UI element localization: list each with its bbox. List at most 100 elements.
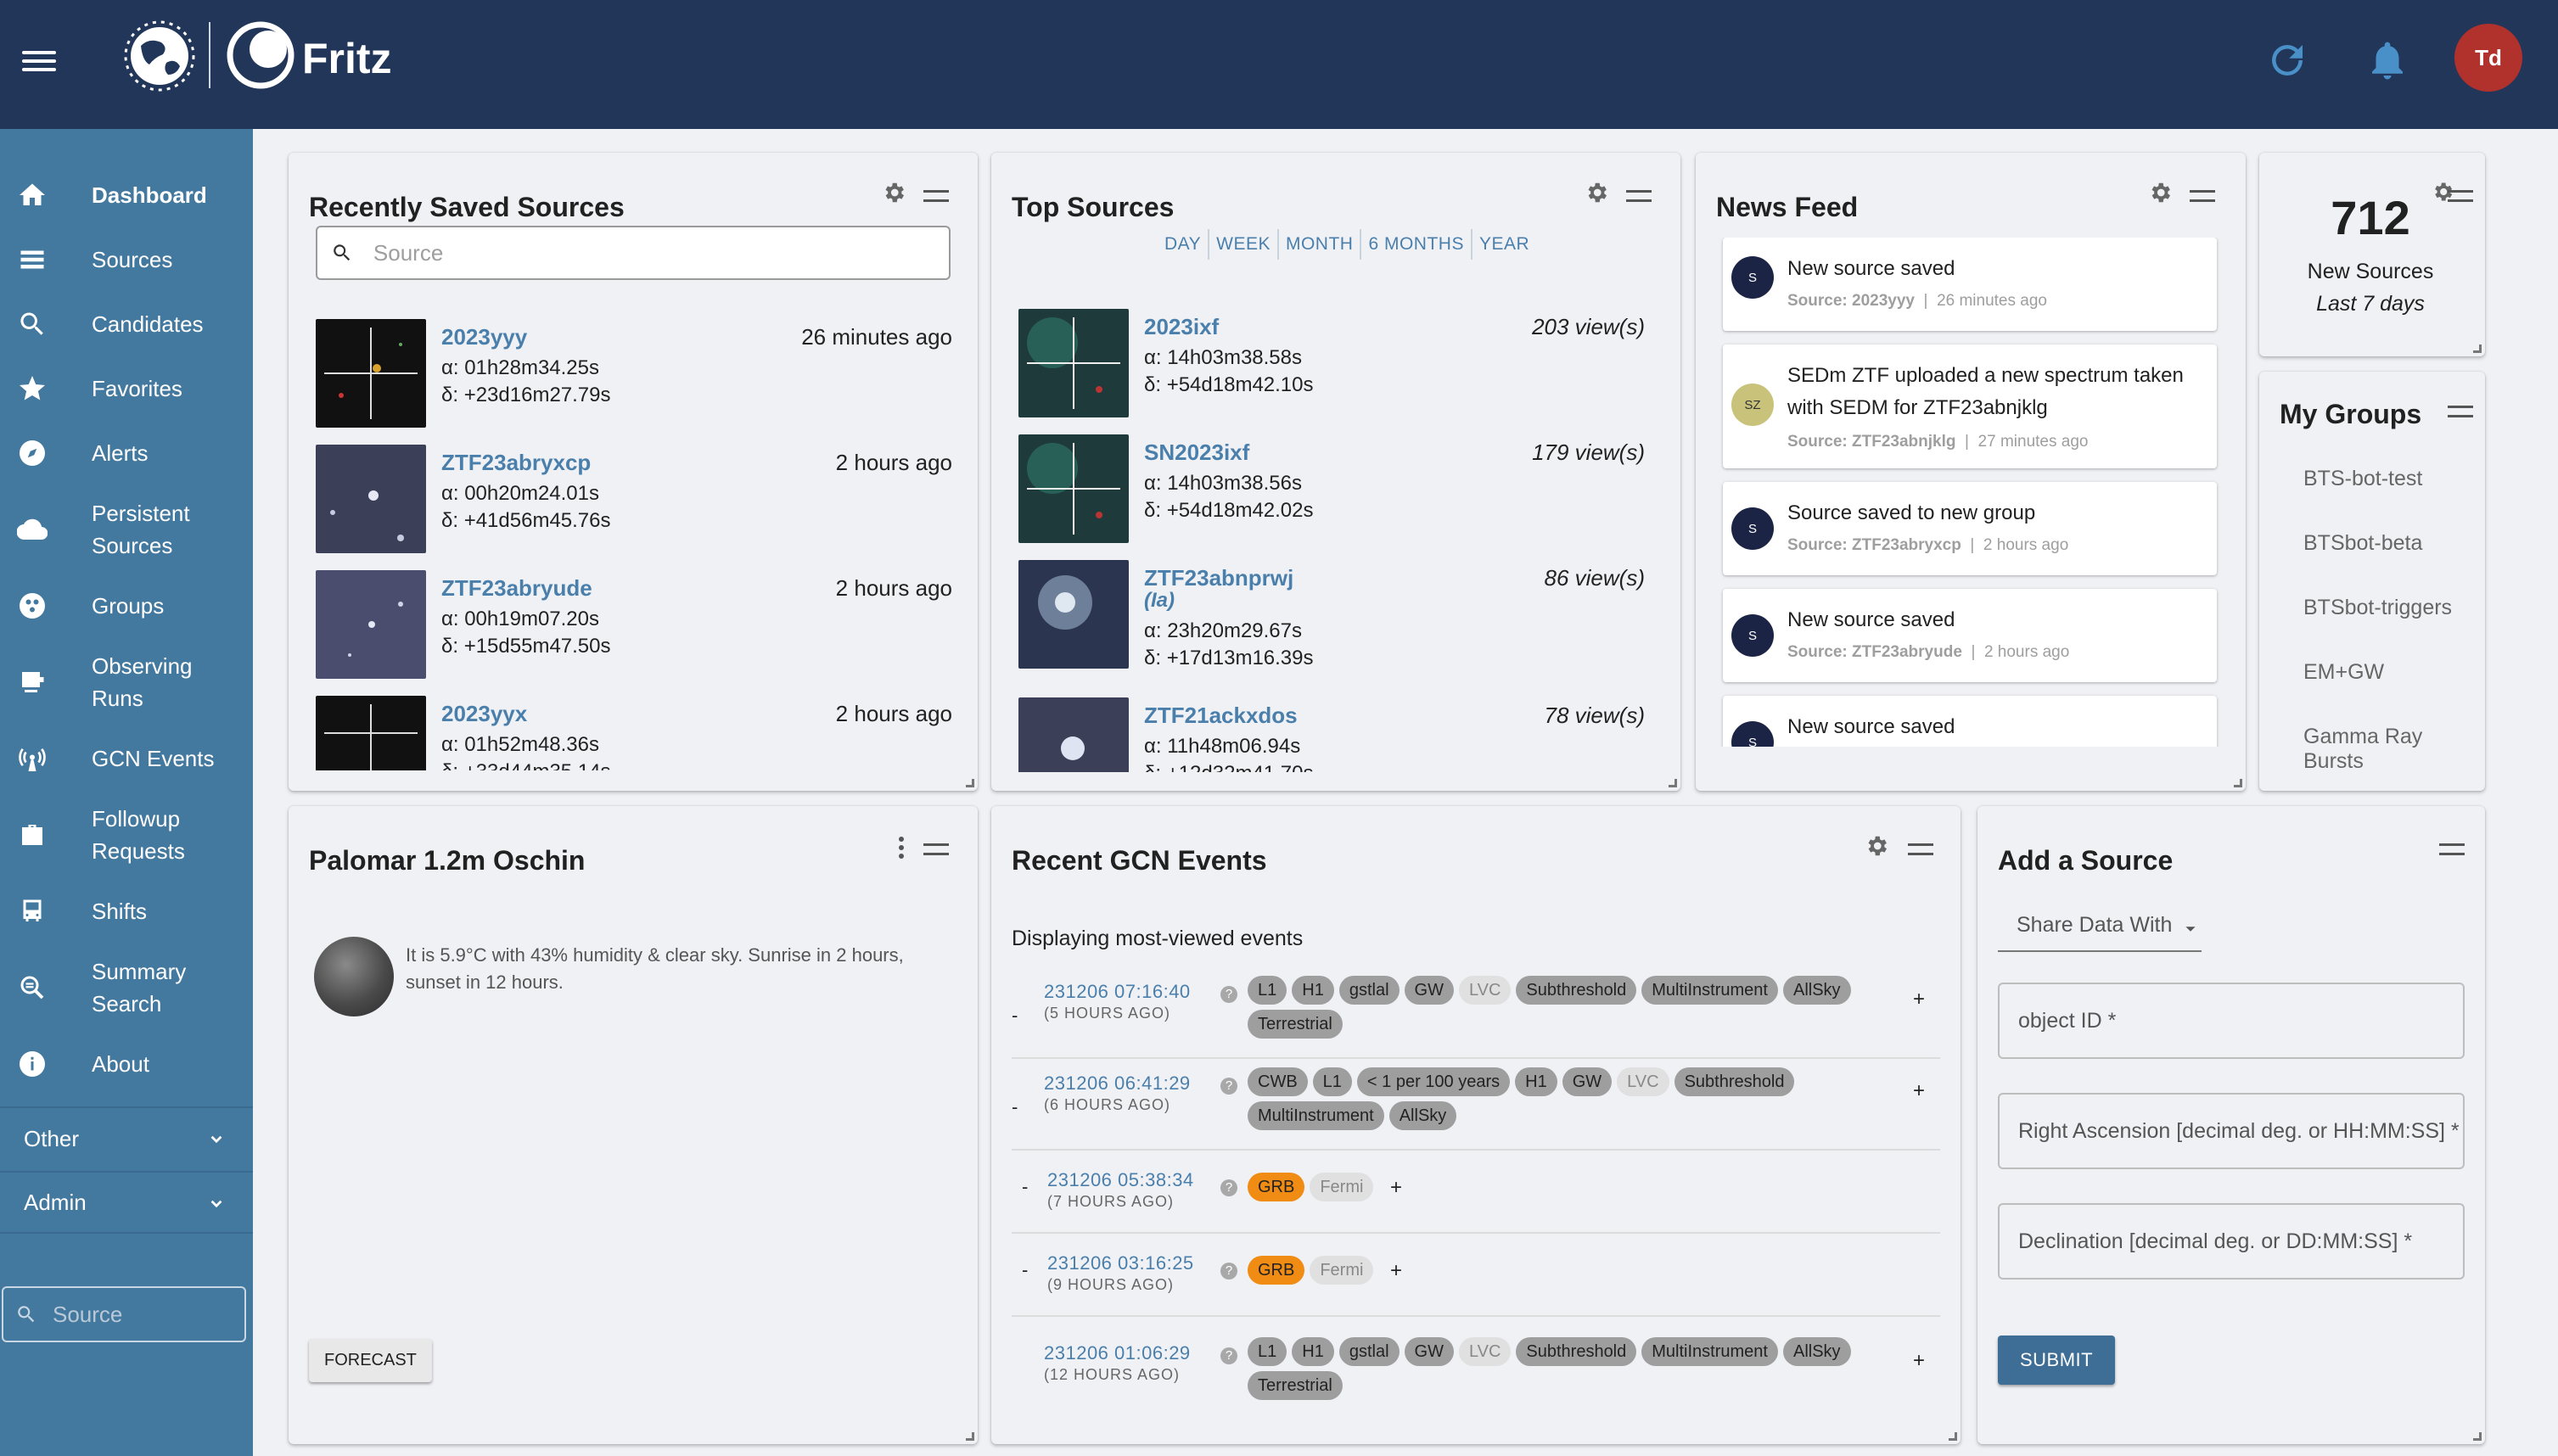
gcn-event-date-link[interactable]: 231206 05:38:34 — [1047, 1169, 1194, 1191]
help-icon[interactable]: ? — [1220, 1347, 1237, 1364]
gcn-tag[interactable]: L1 — [1312, 1067, 1352, 1096]
gcn-tag[interactable]: LVC — [1458, 1337, 1512, 1366]
gcn-tag[interactable]: GW — [1404, 1337, 1454, 1366]
group-item[interactable]: Gamma Ray Bursts — [2303, 725, 2465, 770]
refresh-icon[interactable] — [2264, 37, 2310, 83]
sidebar-item-favorites[interactable]: Favorites — [0, 367, 253, 411]
expand-toggle[interactable]: - — [1012, 1096, 1018, 1118]
gcn-event-date-link[interactable]: 231206 06:41:29 — [1044, 1072, 1191, 1095]
tab-6-months[interactable]: 6 MONTHS — [1361, 229, 1473, 260]
source-name-link[interactable]: ZTF21ackxdos — [1144, 703, 1298, 729]
declination-field[interactable]: Declination [decimal deg. or DD:MM:SS] * — [1998, 1203, 2465, 1280]
source-search-input[interactable] — [373, 239, 949, 266]
gear-icon[interactable] — [1864, 833, 1889, 859]
add-tag-button[interactable]: + — [1913, 988, 1925, 1011]
drag-handle-icon[interactable] — [1908, 843, 1933, 857]
source-thumbnail[interactable] — [316, 445, 426, 553]
gcn-tag[interactable]: Terrestrial — [1248, 1010, 1343, 1039]
gcn-event-date-link[interactable]: 231206 03:16:25 — [1047, 1252, 1194, 1274]
add-tag-button[interactable]: + — [1390, 1176, 1402, 1200]
gcn-tag[interactable]: L1 — [1248, 976, 1287, 1005]
resize-handle[interactable] — [966, 779, 974, 787]
app-name[interactable]: Fritz — [302, 34, 392, 83]
sidebar-item-observing-runs[interactable]: Observing Runs — [0, 648, 253, 716]
drag-handle-icon[interactable] — [2448, 406, 2473, 419]
gcn-tag[interactable]: AllSky — [1782, 976, 1851, 1005]
drag-handle-icon[interactable] — [2190, 190, 2215, 204]
source-search-box[interactable] — [316, 226, 951, 280]
tab-month[interactable]: MONTH — [1279, 229, 1362, 260]
gcn-tag[interactable]: GW — [1404, 976, 1454, 1005]
sidebar-item-sources[interactable]: Sources — [0, 238, 253, 282]
gcn-tag[interactable]: gstlal — [1338, 976, 1400, 1005]
source-thumbnail[interactable] — [316, 696, 426, 770]
source-thumbnail[interactable] — [1018, 309, 1129, 417]
resize-handle[interactable] — [966, 1432, 974, 1441]
drag-handle-icon[interactable] — [2439, 843, 2465, 857]
gcn-tag[interactable]: Fermi — [1310, 1256, 1374, 1285]
news-item[interactable]: S Source saved to new group Source: ZTF2… — [1723, 482, 2217, 575]
add-tag-button[interactable]: + — [1390, 1259, 1402, 1283]
gcn-tag[interactable]: Subthreshold — [1674, 1067, 1795, 1096]
sidebar-item-persistent-sources[interactable]: Persistent Sources — [0, 496, 253, 563]
right-ascension-field[interactable]: Right Ascension [decimal deg. or HH:MM:S… — [1998, 1093, 2465, 1169]
source-thumbnail[interactable] — [316, 570, 426, 679]
gcn-event-date-link[interactable]: 231206 01:06:29 — [1044, 1342, 1191, 1364]
source-thumbnail[interactable] — [316, 319, 426, 428]
tab-day[interactable]: DAY — [1158, 229, 1210, 260]
group-item[interactable]: EM+GW — [2303, 660, 2384, 685]
source-thumbnail[interactable] — [1018, 434, 1129, 543]
sidebar-item-followup-requests[interactable]: Followup Requests — [0, 801, 253, 869]
news-item[interactable]: S New source saved — [1723, 696, 2217, 747]
sidebar-item-candidates[interactable]: Candidates — [0, 302, 253, 346]
gcn-tag[interactable]: AllSky — [1782, 1337, 1851, 1366]
resize-handle[interactable] — [1949, 1432, 1957, 1441]
sidebar-item-dashboard[interactable]: Dashboard — [0, 173, 253, 217]
sidebar-item-groups[interactable]: Groups — [0, 584, 253, 628]
drag-handle-icon[interactable] — [923, 190, 949, 204]
gcn-tag[interactable]: GW — [1562, 1067, 1613, 1096]
help-icon[interactable]: ? — [1220, 986, 1237, 1003]
sidebar-item-shifts[interactable]: Shifts — [0, 889, 253, 933]
gcn-tag[interactable]: < 1 per 100 years — [1356, 1067, 1511, 1096]
gcn-tag[interactable]: H1 — [1292, 1337, 1334, 1366]
gcn-tag[interactable]: MultiInstrument — [1641, 976, 1778, 1005]
sidebar-search-box[interactable] — [2, 1286, 246, 1342]
gcn-tag[interactable]: AllSky — [1388, 1101, 1457, 1130]
source-name-link[interactable]: 2023yyx — [441, 701, 527, 727]
resize-handle[interactable] — [2473, 344, 2482, 353]
gcn-tag[interactable]: L1 — [1248, 1337, 1287, 1366]
source-name-link[interactable]: 2023ixf — [1144, 314, 1219, 340]
expand-toggle[interactable]: - — [1012, 1005, 1018, 1027]
sidebar-item-gcn-events[interactable]: GCN Events — [0, 736, 253, 781]
tab-year[interactable]: YEAR — [1473, 229, 1536, 260]
gcn-tag[interactable]: MultiInstrument — [1248, 1101, 1384, 1130]
source-thumbnail[interactable] — [1018, 560, 1129, 669]
gcn-tag[interactable]: Fermi — [1310, 1173, 1374, 1201]
expand-toggle[interactable]: - — [1022, 1176, 1028, 1198]
source-name-link[interactable]: ZTF23abryude — [441, 575, 592, 602]
source-name-link[interactable]: 2023yyy — [441, 324, 527, 350]
notifications-bell-icon[interactable] — [2364, 37, 2410, 83]
gcn-tag[interactable]: LVC — [1458, 976, 1512, 1005]
help-icon[interactable]: ? — [1220, 1078, 1237, 1095]
group-item[interactable]: BTS-bot-test — [2303, 467, 2422, 491]
news-item[interactable]: SZ SEDm ZTF uploaded a new spectrum take… — [1723, 344, 2217, 468]
gcn-tag[interactable]: GRB — [1248, 1256, 1305, 1285]
gcn-tag[interactable]: gstlal — [1338, 1337, 1400, 1366]
sidebar-section-other[interactable]: Other — [0, 1106, 253, 1169]
drag-handle-icon[interactable] — [923, 843, 949, 857]
news-item[interactable]: S New source saved Source: ZTF23abryude … — [1723, 589, 2217, 682]
sidebar-item-about[interactable]: About — [0, 1042, 253, 1086]
drag-handle-icon[interactable] — [1626, 190, 1652, 204]
gear-icon[interactable] — [1584, 180, 1609, 205]
help-icon[interactable]: ? — [1220, 1263, 1237, 1280]
more-vertical-icon[interactable] — [896, 835, 906, 860]
sidebar-item-summary-search[interactable]: Summary Search — [0, 954, 253, 1022]
user-avatar[interactable]: Td — [2454, 24, 2522, 92]
forecast-button[interactable]: FORECAST — [309, 1339, 432, 1382]
sidebar-section-admin[interactable]: Admin — [0, 1171, 253, 1234]
gcn-tag[interactable]: Subthreshold — [1516, 976, 1637, 1005]
sidebar-item-alerts[interactable]: Alerts — [0, 431, 253, 475]
resize-handle[interactable] — [2234, 779, 2242, 787]
